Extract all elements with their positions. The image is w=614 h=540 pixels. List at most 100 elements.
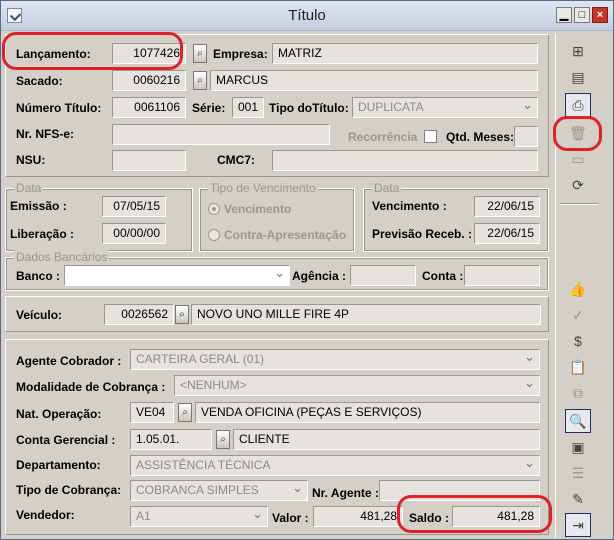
conta-field[interactable] bbox=[464, 265, 540, 286]
valor-field[interactable]: 481,28 bbox=[313, 506, 403, 527]
tipo-vencimento-legend: Tipo de Vencimento bbox=[208, 181, 318, 195]
lookup-conta-gerencial-icon[interactable]: ⌕ bbox=[216, 430, 230, 449]
contra-apresentacao-radio[interactable] bbox=[208, 229, 220, 241]
data-legend: Data bbox=[14, 181, 44, 195]
natop-code-field[interactable]: VE04 bbox=[130, 402, 174, 423]
right-toolbar: ⊞ ▤ ⎙ 🗑 ▭ ⟳ 👍 ✓ $ 📋 ⧉ 🔍 ▣ ☰ ✎ ⇥ bbox=[555, 33, 603, 538]
vencimento-label: Vencimento : bbox=[372, 199, 447, 213]
window-title: Título bbox=[288, 7, 326, 24]
tipo-vencimento-group: Tipo de Vencimento Vencimento Contra-Apr… bbox=[199, 181, 355, 252]
agente-select[interactable]: CARTEIRA GERAL (01) bbox=[130, 349, 540, 370]
saldo-field[interactable]: 481,28 bbox=[452, 506, 540, 527]
empresa-label: Empresa: bbox=[213, 47, 268, 61]
close-button[interactable]: × bbox=[592, 7, 608, 23]
saldo-label: Saldo : bbox=[409, 511, 450, 525]
lancamento-field[interactable]: 1077426 bbox=[112, 43, 186, 64]
nsu-label: NSU: bbox=[16, 153, 46, 167]
conta-gerencial-name-field[interactable]: CLIENTE bbox=[233, 429, 540, 450]
recorrencia-label: Recorrência bbox=[348, 130, 418, 144]
banco-select[interactable] bbox=[64, 265, 290, 286]
maximize-button[interactable]: □ bbox=[574, 7, 590, 23]
toolbar-separator bbox=[560, 203, 598, 205]
serie-label: Série: bbox=[192, 101, 226, 115]
lancamento-label: Lançamento: bbox=[16, 47, 91, 61]
natop-name-field[interactable]: VENDA OFICINA (PEÇAS E SERVIÇOS) bbox=[195, 402, 540, 423]
table-edit-icon[interactable]: ▤ bbox=[565, 65, 591, 89]
clipboard-icon[interactable]: 📋 bbox=[565, 355, 591, 379]
title-bar[interactable]: Título ▁ □ × bbox=[1, 1, 613, 31]
delete-icon[interactable]: 🗑 bbox=[565, 121, 591, 145]
header-panel: Lançamento: 1077426 ⌕ Empresa: MATRIZ Sa… bbox=[5, 34, 549, 177]
sacado-code-field[interactable]: 0060216 bbox=[112, 70, 186, 91]
agencia-label: Agência : bbox=[292, 269, 347, 283]
agencia-field[interactable] bbox=[350, 265, 416, 286]
veiculo-label: Veículo: bbox=[16, 308, 63, 322]
emissao-field[interactable]: 07/05/15 bbox=[102, 196, 166, 217]
thumbs-up-icon[interactable]: 👍 bbox=[565, 277, 591, 301]
modalidade-label: Modalidade de Cobrança : bbox=[16, 380, 166, 394]
conta-gerencial-code-field[interactable]: 1.05.01. bbox=[130, 429, 212, 450]
add-rows-icon[interactable]: ⊞ bbox=[565, 39, 591, 63]
sacado-label: Sacado: bbox=[16, 74, 63, 88]
nr-agente-field[interactable] bbox=[379, 480, 540, 501]
document-icon[interactable]: ▣ bbox=[565, 435, 591, 459]
emissao-label: Emissão : bbox=[10, 199, 67, 213]
tipo-cobranca-label: Tipo de Cobrança: bbox=[16, 483, 122, 497]
checkmark-icon[interactable]: ✓ bbox=[565, 303, 591, 327]
lookup-sacado-icon[interactable]: ⌕ bbox=[193, 71, 207, 90]
valor-label: Valor : bbox=[272, 511, 309, 525]
data-vencimento-legend: Data bbox=[372, 181, 402, 195]
lookup-empresa-icon[interactable]: ⌕ bbox=[193, 44, 207, 63]
search-doc-icon[interactable]: 🔍 bbox=[565, 409, 591, 433]
liberacao-field[interactable]: 00/00/00 bbox=[102, 223, 166, 244]
numero-titulo-label: Número Título: bbox=[16, 101, 102, 115]
tipo-titulo-label: Tipo doTítulo: bbox=[269, 101, 349, 115]
vencimento-field[interactable]: 22/06/15 bbox=[474, 196, 540, 217]
empresa-field[interactable]: MATRIZ bbox=[272, 43, 538, 64]
veiculo-name-field[interactable]: NOVO UNO MILLE FIRE 4P bbox=[191, 304, 541, 325]
previsao-field[interactable]: 22/06/15 bbox=[474, 223, 540, 244]
banco-label: Banco : bbox=[16, 269, 61, 283]
edit-icon[interactable]: ✎ bbox=[565, 487, 591, 511]
cmc7-label: CMC7: bbox=[217, 153, 255, 167]
nsu-field[interactable] bbox=[112, 150, 186, 171]
qtd-meses-field[interactable] bbox=[514, 126, 538, 147]
zoom-list-icon[interactable]: ☰ bbox=[565, 461, 591, 485]
contra-apresentacao-label: Contra-Apresentação bbox=[224, 228, 347, 242]
cmc7-field[interactable] bbox=[272, 150, 538, 171]
titulo-window: Título ▁ □ × Lançamento: 1077426 ⌕ Empre… bbox=[0, 0, 614, 540]
numero-titulo-field[interactable]: 0061106 bbox=[112, 97, 186, 118]
data-vencimento-group: Data Vencimento : 22/06/15 Previsão Rece… bbox=[363, 181, 549, 252]
previsao-label: Previsão Receb. : bbox=[372, 227, 473, 241]
refresh-icon[interactable]: ⟳ bbox=[565, 173, 591, 197]
serie-field[interactable]: 001 bbox=[232, 97, 264, 118]
nfse-label: Nr. NFS-e: bbox=[16, 127, 75, 141]
vencimento-radio[interactable] bbox=[208, 203, 220, 215]
liberacao-label: Liberação : bbox=[10, 227, 75, 241]
nfse-field[interactable] bbox=[112, 124, 330, 145]
conta-label: Conta : bbox=[422, 269, 464, 283]
vendedor-select[interactable]: A1 bbox=[130, 506, 268, 527]
data-group: Data Emissão : 07/05/15 Liberação : 00/0… bbox=[5, 181, 193, 252]
vencimento-radio-label: Vencimento bbox=[224, 202, 292, 216]
veiculo-code-field[interactable]: 0026562 bbox=[104, 304, 174, 325]
conta-gerencial-label: Conta Gerencial : bbox=[16, 433, 116, 447]
recorrencia-checkbox[interactable] bbox=[424, 130, 437, 143]
natop-label: Nat. Operação: bbox=[16, 407, 102, 421]
lookup-veiculo-icon[interactable]: ⌕ bbox=[175, 305, 189, 324]
tipo-cobranca-select[interactable]: COBRANCA SIMPLES bbox=[130, 480, 308, 501]
departamento-select[interactable]: ASSISTÊNCIA TÉCNICA bbox=[130, 455, 540, 476]
lookup-natop-icon[interactable]: ⌕ bbox=[178, 403, 192, 422]
veiculo-panel: Veículo: 0026562 ⌕ NOVO UNO MILLE FIRE 4… bbox=[5, 296, 549, 332]
minimize-button[interactable]: ▁ bbox=[556, 7, 572, 23]
money-bag-icon[interactable]: $ bbox=[565, 329, 591, 353]
details-panel: Agente Cobrador : CARTEIRA GERAL (01) Mo… bbox=[5, 339, 549, 535]
copy-icon[interactable]: ⧉ bbox=[565, 381, 591, 405]
sacado-name-field[interactable]: MARCUS bbox=[210, 70, 538, 91]
tipo-titulo-select[interactable]: DUPLICATA bbox=[352, 97, 538, 118]
open-folder-icon[interactable]: ▭ bbox=[565, 147, 591, 171]
print-preview-icon[interactable]: ⎙ bbox=[565, 93, 591, 117]
qtd-meses-label: Qtd. Meses: bbox=[446, 130, 515, 144]
exit-icon[interactable]: ⇥ bbox=[565, 513, 591, 537]
modalidade-select[interactable]: <NENHUM> bbox=[174, 375, 540, 396]
